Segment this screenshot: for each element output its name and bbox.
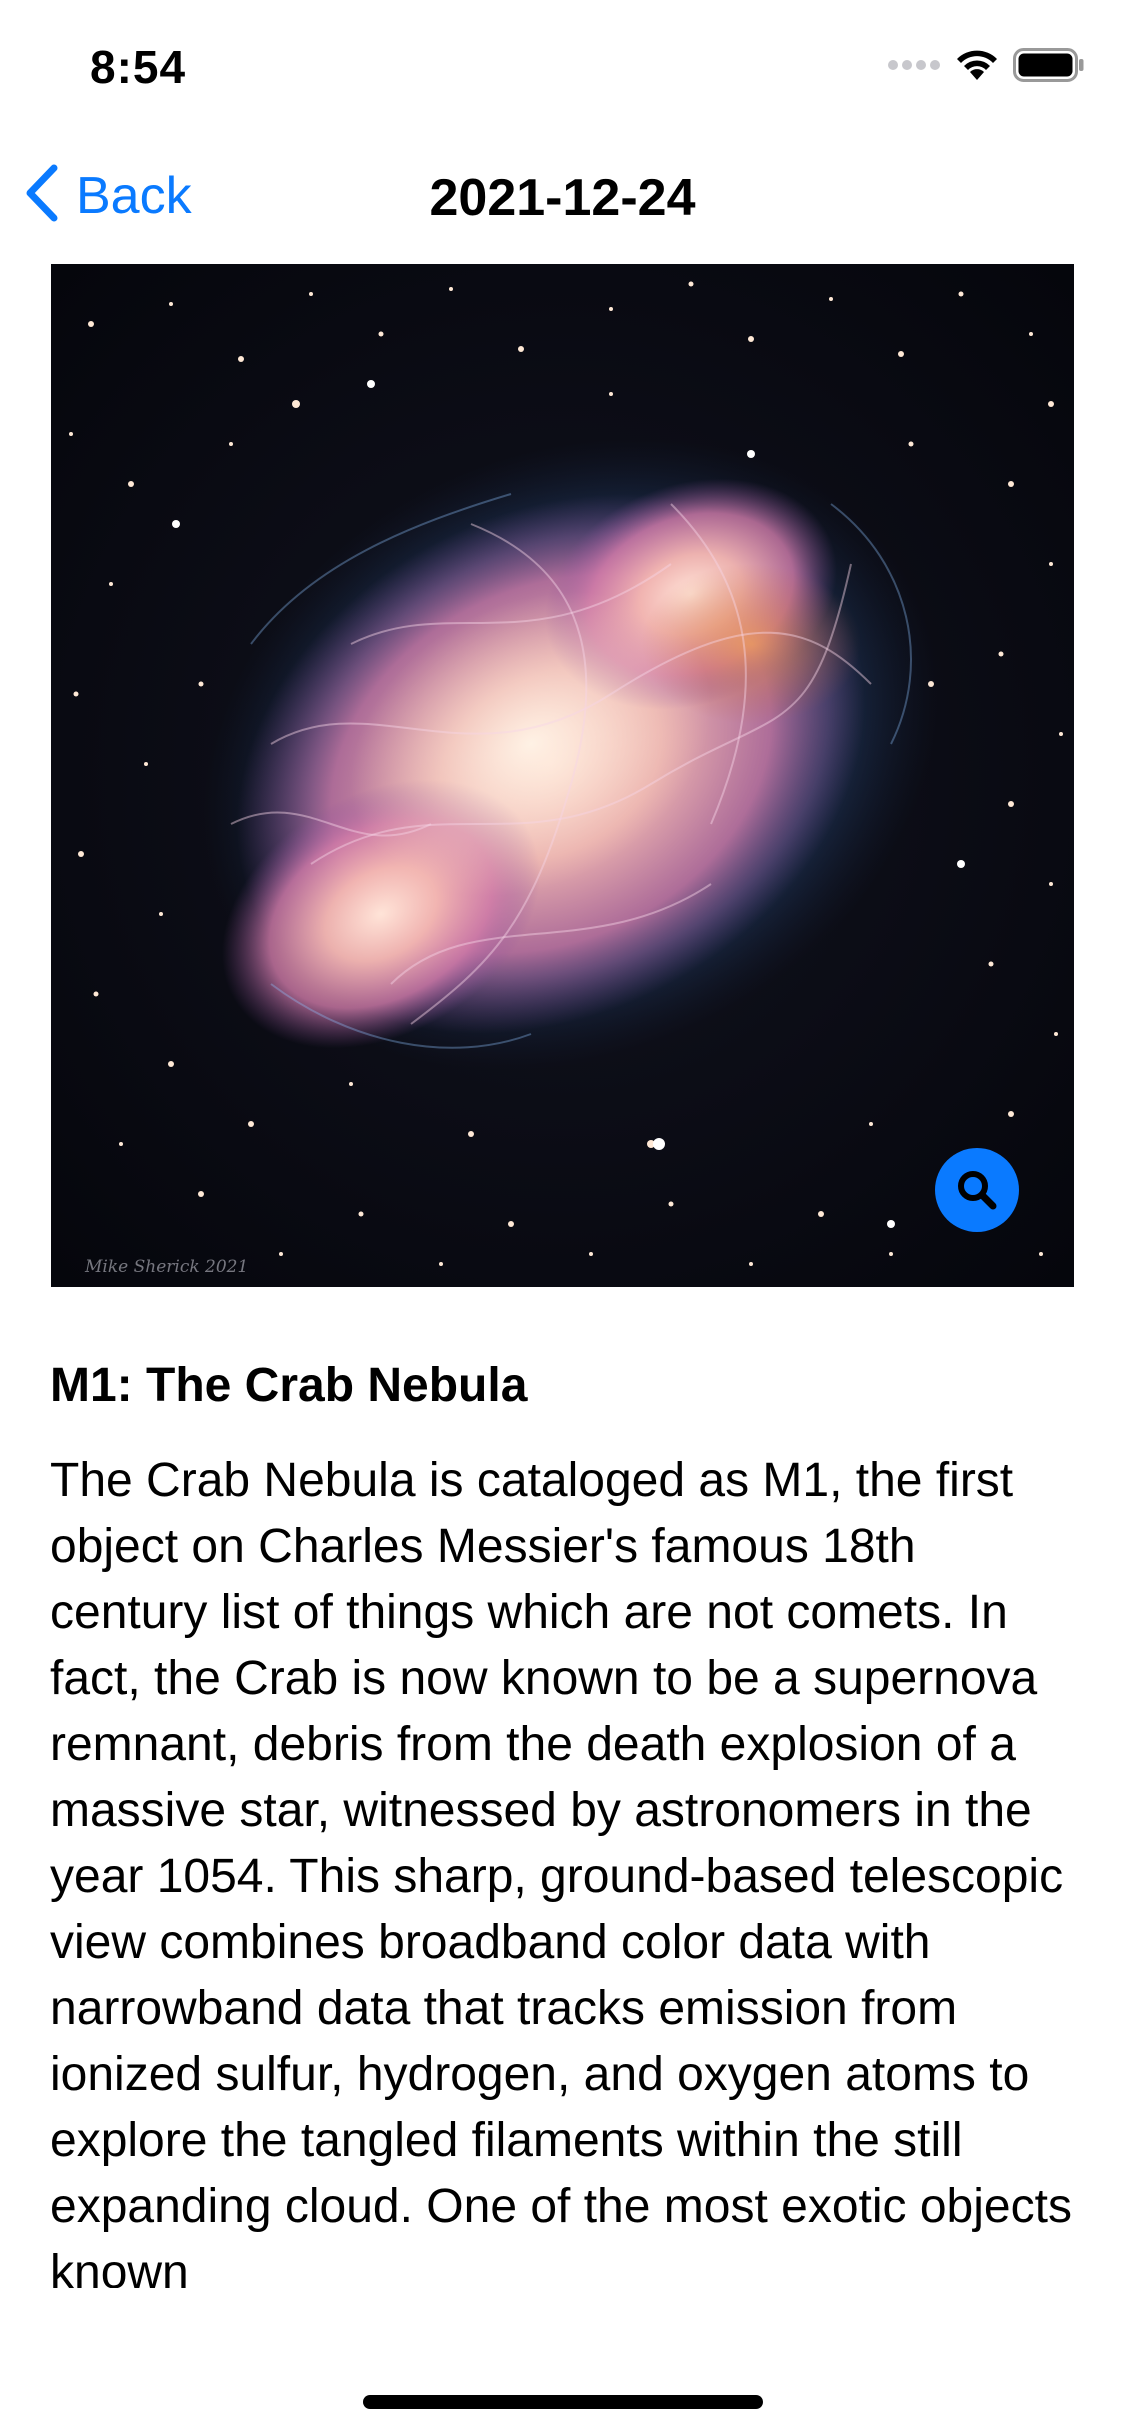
status-time: 8:54: [90, 41, 187, 93]
apod-image[interactable]: Mike Sherick 2021: [51, 264, 1074, 1287]
navigation-bar: Back 2021-12-24: [0, 150, 1125, 250]
status-icons: [887, 48, 1085, 87]
status-bar: 8:54: [0, 0, 1125, 132]
home-indicator[interactable]: [363, 2395, 763, 2409]
article-explanation: The Crab Nebula is cataloged as M1, the …: [50, 1454, 1072, 2288]
image-credit: Mike Sherick 2021: [85, 1257, 249, 1277]
battery-icon: [1013, 48, 1085, 87]
explanation-scroll-area[interactable]: The Crab Nebula is cataloged as M1, the …: [50, 1448, 1080, 2288]
zoom-button[interactable]: [935, 1148, 1019, 1232]
magnifying-glass-icon: [955, 1168, 999, 1212]
crab-nebula-illustration: [51, 264, 1074, 1287]
article-title: M1: The Crab Nebula: [50, 1359, 528, 1412]
cellular-signal-icon: [887, 58, 941, 77]
wifi-icon: [955, 48, 999, 87]
nav-title: 2021-12-24: [429, 169, 696, 227]
